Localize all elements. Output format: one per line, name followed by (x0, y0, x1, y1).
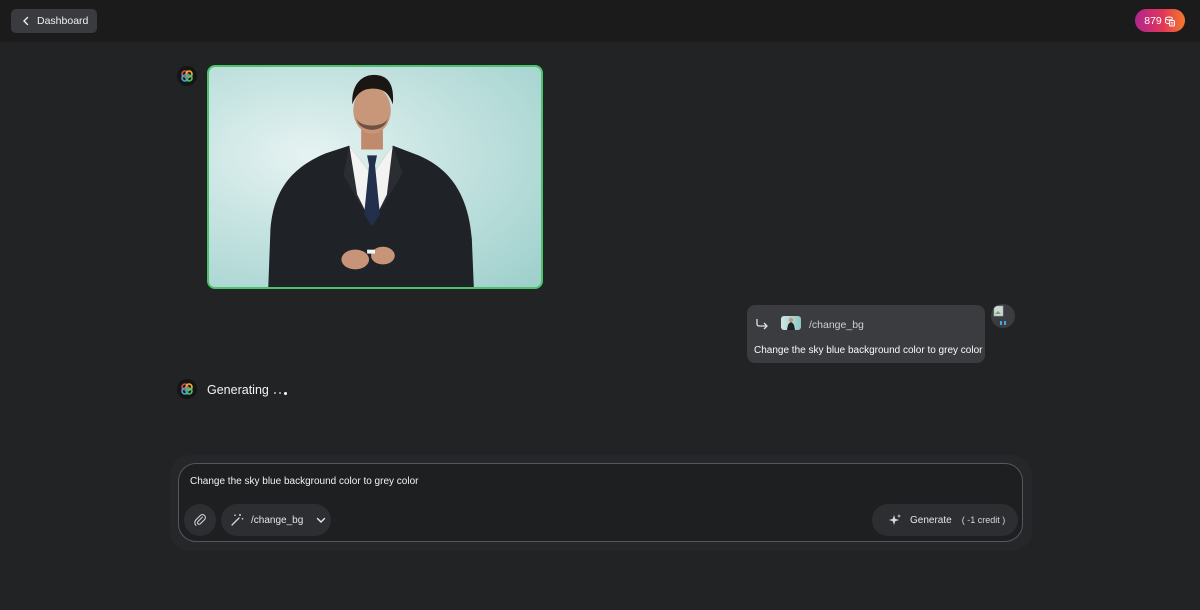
chevron-down-icon (317, 517, 326, 523)
magic-wand-icon (231, 514, 244, 526)
user-message-command: /change_bg (809, 319, 864, 331)
generate-button[interactable]: Generate ( -1 credit ) (872, 504, 1018, 536)
prompt-composer: /change_bg Generate ( -1 credit ) (178, 463, 1023, 542)
selected-command-label: /change_bg (251, 514, 304, 526)
prompt-input[interactable] (190, 474, 990, 488)
bot-avatar (177, 66, 197, 86)
credits-badge[interactable]: 879 (1135, 9, 1185, 32)
reply-arrow-icon (756, 319, 768, 330)
app-logo-icon (181, 70, 193, 82)
command-select[interactable]: /change_bg (221, 504, 331, 536)
bot-avatar (177, 379, 197, 399)
generate-label: Generate (910, 514, 952, 526)
broken-image-icon (993, 305, 1006, 325)
generate-cost: ( -1 credit ) (961, 515, 1006, 525)
loading-dots-icon (273, 391, 287, 395)
coins-icon (1164, 16, 1175, 26)
generated-image[interactable] (207, 65, 543, 289)
user-message-text: Change the sky blue background color to … (754, 345, 983, 356)
dashboard-back-button[interactable]: Dashboard (11, 9, 97, 33)
dashboard-back-label: Dashboard (37, 15, 89, 27)
reference-image-thumbnail[interactable] (781, 316, 801, 330)
sparkle-icon (889, 514, 901, 525)
credits-count: 879 (1144, 14, 1162, 27)
attach-button[interactable] (184, 504, 216, 536)
user-message-bubble: /change_bg Change the sky blue backgroun… (747, 305, 985, 363)
paperclip-icon (194, 514, 206, 526)
generating-status: Generating (207, 383, 287, 397)
user-avatar (991, 304, 1015, 328)
chevron-left-icon (23, 16, 29, 26)
businessman-photo (268, 74, 474, 287)
top-bar: Dashboard 879 (0, 0, 1200, 42)
app-logo-icon (181, 383, 193, 395)
generating-label: Generating (207, 383, 269, 397)
